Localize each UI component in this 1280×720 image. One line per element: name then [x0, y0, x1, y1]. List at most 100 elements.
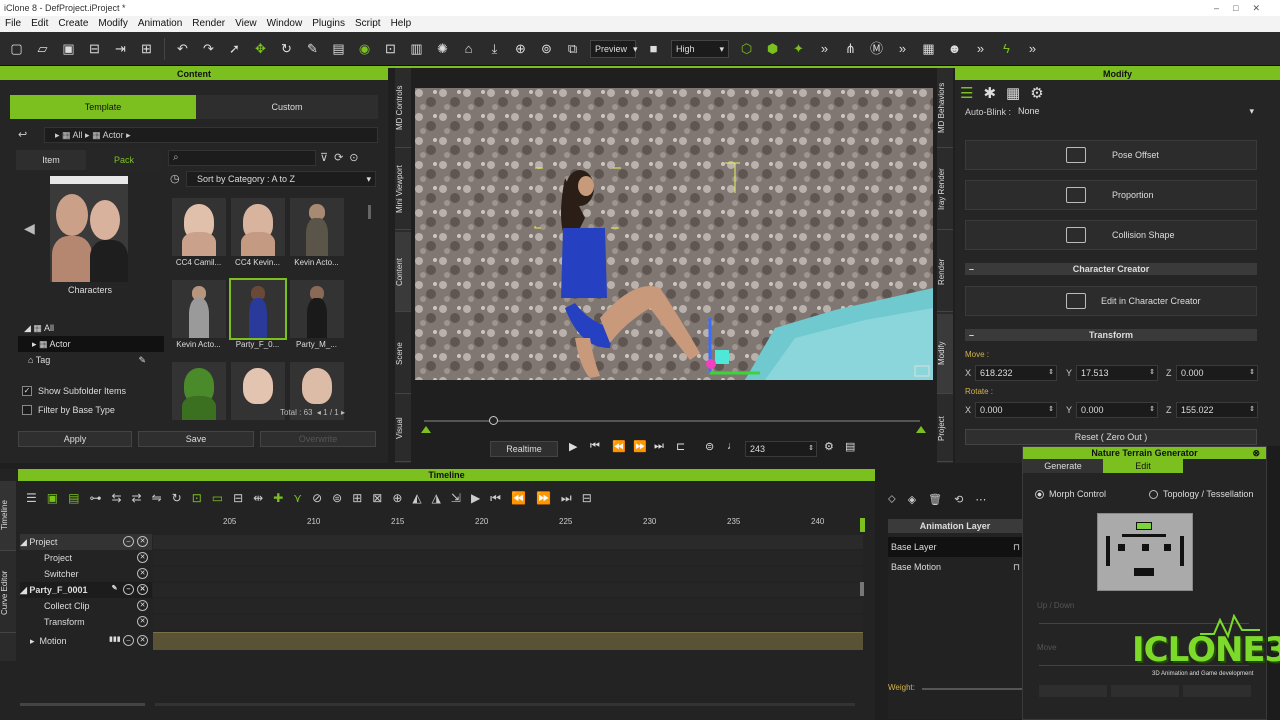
track-lane[interactable] [153, 615, 863, 629]
tl-prev-icon[interactable]: ⏪ [511, 491, 526, 506]
menu-plugins[interactable]: Plugins [307, 16, 350, 32]
frame-scrubber[interactable] [424, 420, 920, 422]
flip-icon[interactable]: ◮ [432, 491, 441, 506]
tree-all[interactable]: ◢ ▦ All [18, 320, 164, 336]
export-clip-icon[interactable]: ⇲ [451, 491, 461, 506]
3d-viewport[interactable] [415, 88, 933, 380]
cube-icon[interactable]: ⊚ [538, 40, 555, 57]
undo-icon[interactable]: ↶ [174, 40, 191, 57]
track-motion[interactable]: ▸ Motion ▮▮▮ – ✕ [20, 633, 152, 649]
close-icon[interactable]: ✕ [137, 568, 148, 579]
play-icon[interactable]: ▶ [569, 440, 577, 453]
grid-scrollbar[interactable] [368, 205, 371, 219]
terrain-button-3[interactable] [1183, 685, 1251, 697]
layer-options-icon[interactable]: ⋯ [975, 493, 986, 506]
breadcrumb-actor[interactable]: Actor [103, 130, 124, 140]
tl-options-icon[interactable]: ⊟ [582, 491, 592, 506]
lock-icon[interactable]: ⊓ [1013, 537, 1020, 557]
subtab-item[interactable]: Item [16, 150, 86, 170]
back-icon[interactable]: ↩ [18, 128, 27, 141]
tree-actor[interactable]: ▸ ▦ Actor [18, 336, 164, 352]
tl-start-icon[interactable]: ⏮ [490, 491, 501, 506]
visibility-icon[interactable]: – [123, 635, 134, 646]
link-icon[interactable]: ⊶ [89, 491, 101, 506]
reset-layer-icon[interactable]: ⟲ [954, 493, 963, 506]
tab-template[interactable]: Template [10, 95, 196, 119]
side-tab-iray-render[interactable]: Iray Render [937, 150, 953, 230]
timeline-vscroll[interactable] [860, 582, 864, 596]
side-tab-mini-viewport[interactable]: Mini Viewport [395, 150, 411, 230]
edit-in-cc-button[interactable]: Edit in Character Creator [965, 286, 1257, 316]
side-tab-render[interactable]: Render [937, 232, 953, 312]
close-icon[interactable]: ✕ [137, 616, 148, 627]
frame-number-input[interactable]: 243 ⇕ [745, 441, 817, 457]
settings-gear-icon[interactable]: ⚙ [824, 440, 834, 453]
timeline-ruler[interactable]: 205 210 215 220 225 230 235 240 [153, 517, 865, 531]
characters-thumbnail[interactable] [50, 176, 128, 282]
go-end-icon[interactable]: ⏭ [654, 440, 664, 453]
visibility-icon[interactable]: – [123, 536, 134, 547]
fit-icon[interactable]: ⊕ [512, 40, 529, 57]
topology-radio[interactable]: Topology / Tessellation [1149, 489, 1253, 500]
tab-custom[interactable]: Custom [196, 95, 378, 119]
show-subfolder-checkbox[interactable]: ✓ Show Subfolder Items [22, 384, 172, 398]
lock-icon[interactable]: ⊓ [1013, 557, 1020, 577]
material-icon[interactable]: ▦ [1006, 85, 1030, 102]
move-z-field[interactable]: 0.000 ⇕ [1176, 365, 1258, 381]
open-folder-icon[interactable]: ▱ [34, 40, 51, 57]
redo-icon[interactable]: ↷ [200, 40, 217, 57]
insert-icon[interactable]: ⊞ [352, 491, 362, 506]
more2-icon[interactable]: » [894, 40, 911, 57]
tl-end-icon[interactable]: ⏭ [561, 491, 572, 506]
trash-icon[interactable]: 🗑 [928, 493, 942, 506]
morph-pad[interactable] [1097, 513, 1193, 591]
unlink-icon[interactable]: ⊘ [312, 491, 322, 506]
filter-icon[interactable]: ⊽ [320, 152, 334, 164]
list-item[interactable] [229, 360, 286, 440]
swap-icon[interactable]: ⇋ [152, 491, 162, 506]
usd-icon[interactable]: ⊞ [138, 40, 155, 57]
side-tab-scene[interactable]: Scene [395, 314, 411, 394]
home-icon[interactable]: ⌂ [460, 40, 477, 57]
playhead[interactable] [860, 518, 865, 532]
camera-icon[interactable]: ■ [645, 40, 662, 57]
menu-help[interactable]: Help [386, 16, 417, 32]
list-item[interactable] [170, 360, 227, 440]
rotate-y-field[interactable]: 0.000 ⇕ [1076, 402, 1158, 418]
sort-dropdown[interactable]: Sort by Category : A to Z ▾ [186, 171, 376, 187]
search-input[interactable]: ⌕ [168, 150, 316, 166]
light-icon[interactable]: ✺ [434, 40, 451, 57]
align-icon[interactable]: ▤ [330, 40, 347, 57]
track-collect-clip[interactable]: Collect Clip ✕ [20, 598, 152, 614]
go-start-icon[interactable]: ⏮ [590, 440, 600, 453]
list-item[interactable] [288, 360, 345, 440]
rotate-z-field[interactable]: 155.022 ⇕ [1176, 402, 1258, 418]
subtab-pack[interactable]: Pack [86, 150, 162, 170]
collision-shape-button[interactable]: Collision Shape [965, 220, 1257, 250]
track-lane[interactable] [153, 583, 863, 597]
track-lane[interactable] [153, 567, 863, 581]
base-layer-row[interactable]: Base Layer ⊓ [888, 537, 1022, 557]
reset-zero-out-button[interactable]: Reset ( Zero Out ) [965, 429, 1257, 445]
rotate-icon[interactable]: ↻ [278, 40, 295, 57]
layer-bars-icon[interactable]: ▮▮▮ [109, 635, 121, 646]
tl-play-icon[interactable]: ▶ [471, 491, 480, 506]
menu-modify[interactable]: Modify [93, 16, 132, 32]
side-tab-modify[interactable]: Modify [937, 314, 953, 394]
prev-arrow-icon[interactable]: ◀ [24, 220, 35, 237]
side-tab-timeline[interactable]: Timeline [0, 481, 16, 551]
prev-frame-icon[interactable]: ⏪ [612, 440, 626, 453]
transform-section[interactable]: – Transform [965, 329, 1257, 341]
export-icon[interactable]: ⇥ [112, 40, 129, 57]
move-icon[interactable]: ✥ [252, 40, 269, 57]
clip-icon[interactable]: ⊡ [192, 491, 202, 506]
side-tab-md-behaviors[interactable]: MD Behaviors [937, 68, 953, 148]
character-creator-section[interactable]: – Character Creator [965, 263, 1257, 275]
track-project-group[interactable]: ◢ Project – ✕ [20, 534, 152, 550]
tree-tag[interactable]: ⌂ Tag ✎ [18, 352, 164, 368]
clock-icon[interactable]: ◷ [170, 172, 180, 185]
visibility-icon[interactable]: – [123, 584, 134, 595]
menu-script[interactable]: Script [350, 16, 386, 32]
terrain-button-2[interactable] [1111, 685, 1179, 697]
new-file-icon[interactable]: ▢ [8, 40, 25, 57]
